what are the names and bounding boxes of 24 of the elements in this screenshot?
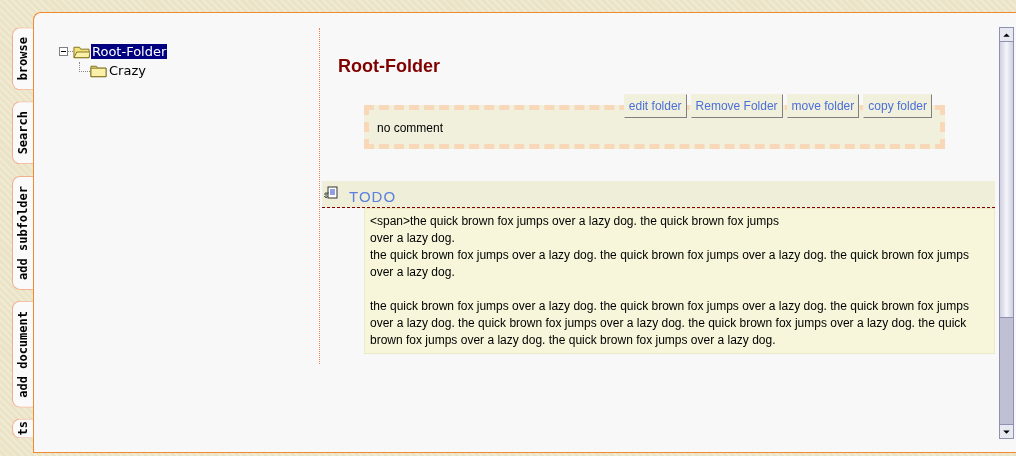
side-tab[interactable]: browse <box>12 27 33 91</box>
note-text: the quick brown fox jumps over a lazy dog. the quick brown fox jumps over a lazy dog. the quick brown fox jumps over a lazy dog. the quick brown fox jumps over a lazy dog. the quick brown fox jumps over a lazy dog. the quick brown fox jumps over a lazy dog. the quick brown fox jumps over a lazy dog. <box>370 298 970 349</box>
side-tab[interactable]: Search <box>12 101 33 165</box>
collapse-icon[interactable] <box>59 47 68 56</box>
section-title: TODO <box>349 187 397 205</box>
folder-action-button[interactable]: edit folder <box>623 94 687 118</box>
tree-item[interactable]: Root-Folder <box>91 44 168 59</box>
folder-action-button[interactable]: copy folder <box>863 94 932 118</box>
folder-icon <box>73 44 90 59</box>
folder-action-button[interactable]: move folder <box>786 94 860 118</box>
note-text: <span>the quick brown fox jumps over a lazy dog. the quick brown fox jumps <box>370 213 780 230</box>
side-tab[interactable]: add subfolder <box>12 175 33 290</box>
side-tab[interactable]: add document <box>12 300 33 408</box>
folder-action-button[interactable]: Remove Folder <box>690 94 783 118</box>
tree-item[interactable]: Crazy <box>108 63 147 78</box>
folder-icon <box>90 63 107 78</box>
document-icon <box>323 186 339 202</box>
comment-text: no comment <box>377 121 444 135</box>
note-text: the quick brown fox jumps over a lazy dog. the quick brown fox jumps over a lazy dog. the quick brown fox jumps over a lazy dog. <box>370 247 970 281</box>
scroll-down-icon[interactable] <box>1000 424 1013 438</box>
folder-title: Root-Folder <box>338 56 441 77</box>
side-tab[interactable]: ts <box>12 418 33 439</box>
scroll-up-icon[interactable] <box>1000 28 1013 42</box>
note-text: over a lazy dog. <box>370 230 456 247</box>
